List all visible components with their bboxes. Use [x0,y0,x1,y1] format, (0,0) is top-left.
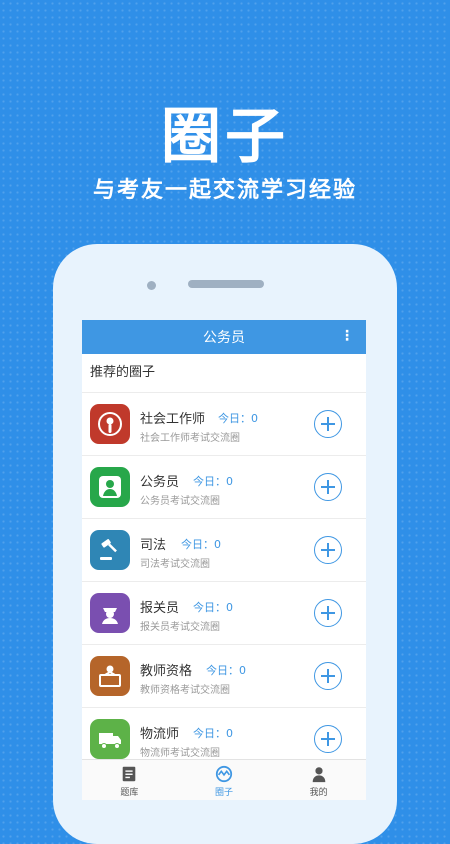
circle-desc: 公务员考试交流圈 [140,496,220,507]
today-count: 今日：0 [193,601,233,614]
hero-logo: 圈子 [161,102,289,172]
tab-label: 题库 [120,788,139,798]
teacher-desk-icon [90,656,130,696]
customs-officer-icon [90,593,130,633]
circle-desc: 司法考试交流圈 [140,559,210,570]
gavel-icon [90,530,130,570]
today-count: 今日：0 [193,475,233,488]
tab-label: 我的 [309,788,328,798]
tab-label: 圈子 [215,788,234,798]
add-circle-button[interactable] [314,410,342,438]
hero-slogan: 与考友一起交流学习经验 [92,178,357,203]
phone-speaker [188,280,264,288]
circle-name: 司法 [140,538,167,553]
more-vertical-icon[interactable]: ⋮ [340,328,354,344]
user-icon [312,767,325,783]
add-circle-button[interactable] [314,662,342,690]
phone-camera [147,281,156,290]
circle-name: 公务员 [140,475,180,490]
official-person-icon [90,467,130,507]
circle-icon [215,765,233,783]
circle-desc: 物流师考试交流圈 [140,748,220,759]
circle-name: 物流师 [140,727,180,742]
circle-name: 教师资格 [140,664,193,679]
circle-desc: 社会工作师考试交流圈 [140,433,240,444]
list-item[interactable]: 教师资格 今日：0 教师资格考试交流圈 [82,645,366,708]
app-bar: 公务员 ⋮ [82,320,366,354]
section-title: 推荐的圈子 [82,354,366,393]
add-circle-button[interactable] [314,599,342,627]
phone-screen: 公务员 ⋮ 推荐的圈子 社会工作师 今日：0 社会工作师考试交流圈 公务员 今日… [82,320,366,800]
circle-name: 社会工作师 [140,412,206,427]
book-icon [123,766,136,782]
add-circle-button[interactable] [314,473,342,501]
app-bar-title: 公务员 [203,330,245,346]
circle-desc: 教师资格考试交流圈 [140,685,230,696]
circle-list: 社会工作师 今日：0 社会工作师考试交流圈 公务员 今日：0 公务员考试交流圈 … [82,393,366,771]
list-item[interactable]: 司法 今日：0 司法考试交流圈 [82,519,366,582]
tab-mine[interactable]: 我的 [271,760,366,800]
tab-bar: 题库 圈子 我的 [82,759,366,800]
microphone-icon [90,404,130,444]
list-item[interactable]: 报关员 今日：0 报关员考试交流圈 [82,582,366,645]
today-count: 今日：0 [206,664,246,677]
tab-circle[interactable]: 圈子 [177,760,272,800]
today-count: 今日：0 [181,538,221,551]
circle-name: 报关员 [140,601,180,616]
tab-question-bank[interactable]: 题库 [82,760,177,800]
today-count: 今日：0 [193,727,233,740]
today-count: 今日：0 [218,412,258,425]
add-circle-button[interactable] [314,725,342,753]
circle-desc: 报关员考试交流圈 [140,622,220,633]
list-item[interactable]: 社会工作师 今日：0 社会工作师考试交流圈 [82,393,366,456]
truck-icon [90,719,130,759]
add-circle-button[interactable] [314,536,342,564]
list-item[interactable]: 公务员 今日：0 公务员考试交流圈 [82,456,366,519]
